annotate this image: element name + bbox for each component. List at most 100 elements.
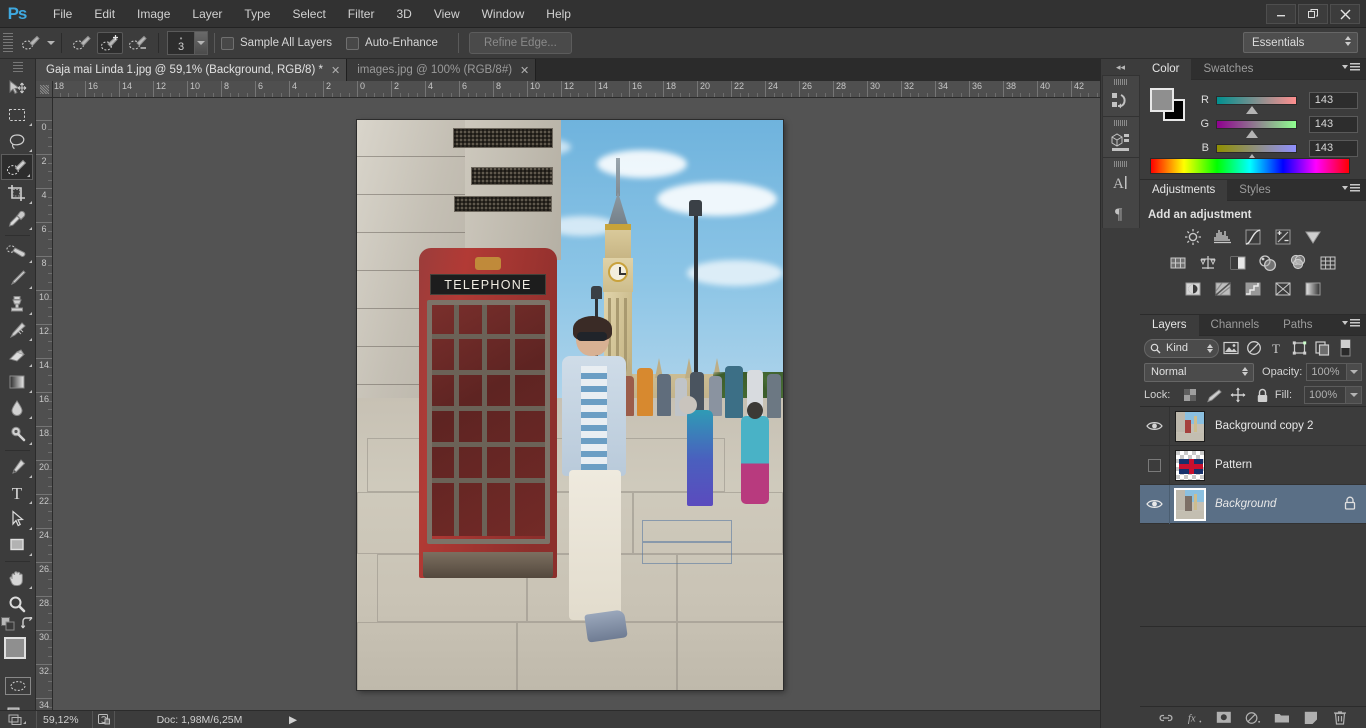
tab-channels[interactable]: Channels (1199, 315, 1272, 336)
clone-stamp-tool[interactable] (0, 291, 34, 317)
lock-transparent-pixels-icon[interactable] (1178, 386, 1202, 404)
document-image[interactable]: TELEPHONE (357, 120, 783, 690)
layer-row-background-copy-2[interactable]: Background copy 2 (1140, 406, 1366, 446)
brush-size-dropdown[interactable] (195, 31, 208, 55)
menu-layer[interactable]: Layer (181, 3, 233, 25)
vibrance-icon[interactable] (1303, 228, 1323, 246)
sample-all-layers-checkbox[interactable] (221, 36, 234, 50)
layer-visibility-toggle[interactable] (1140, 484, 1170, 524)
document-preview-icon[interactable] (92, 710, 114, 728)
pen-tool[interactable] (0, 454, 34, 480)
menu-view[interactable]: View (423, 3, 471, 25)
green-slider[interactable] (1216, 119, 1297, 138)
spectrum-endcaps[interactable] (1336, 159, 1349, 173)
slider-thumb-icon[interactable] (1246, 129, 1259, 138)
tool-preset-dropdown[interactable] (47, 41, 55, 45)
levels-icon[interactable] (1213, 228, 1233, 246)
swap-colors-icon[interactable] (20, 615, 35, 634)
green-value[interactable]: 143 (1308, 115, 1358, 133)
new-group-icon[interactable] (1274, 710, 1290, 726)
eyedropper-tool[interactable] (0, 206, 34, 232)
path-selection-tool[interactable] (0, 506, 34, 532)
blue-value[interactable]: 143 (1308, 139, 1358, 157)
layer-row-pattern[interactable]: Pattern (1140, 445, 1366, 485)
default-colors-icon[interactable] (0, 616, 15, 634)
black-white-icon[interactable] (1228, 254, 1248, 272)
layer-name[interactable]: Background copy 2 (1215, 420, 1313, 432)
character-panel-button[interactable]: A ¶ (1101, 157, 1140, 228)
slider-thumb-icon[interactable] (1246, 105, 1259, 114)
panel-menu-icon[interactable] (1342, 319, 1360, 327)
auto-enhance-checkbox[interactable] (346, 36, 360, 50)
rectangular-marquee-tool[interactable] (0, 102, 34, 128)
hue-saturation-icon[interactable] (1168, 254, 1188, 272)
subtract-from-selection-button[interactable] (125, 32, 151, 54)
layer-filter-kind-select[interactable]: Kind (1144, 338, 1219, 358)
fill-dropdown-icon[interactable] (1346, 386, 1362, 404)
dodge-tool[interactable] (0, 421, 34, 447)
blur-tool[interactable] (0, 395, 34, 421)
filter-smartobject-icon[interactable] (1311, 338, 1334, 358)
toolbox-grip-icon[interactable] (12, 62, 23, 74)
menu-window[interactable]: Window (471, 3, 536, 25)
add-layer-mask-icon[interactable] (1216, 710, 1232, 726)
close-button[interactable] (1330, 4, 1360, 24)
tab-paths[interactable]: Paths (1271, 315, 1324, 336)
document-tab-gaja[interactable]: Gaja mai Linda 1.jpg @ 59,1% (Background… (36, 59, 348, 81)
zoom-level[interactable]: 59,12% (36, 710, 92, 728)
gradient-map-icon[interactable] (1303, 280, 1323, 298)
tab-layers[interactable]: Layers (1140, 315, 1199, 336)
color-balance-icon[interactable] (1198, 254, 1218, 272)
menu-type[interactable]: Type (233, 3, 281, 25)
refine-edge-button[interactable]: Refine Edge... (468, 32, 572, 54)
quick-mask-icon[interactable] (4, 677, 31, 695)
lock-position-icon[interactable] (1226, 386, 1250, 404)
restore-button[interactable] (1298, 4, 1328, 24)
link-layers-icon[interactable] (1158, 710, 1174, 726)
foreground-color-swatch[interactable] (3, 637, 26, 659)
curves-icon[interactable] (1243, 228, 1263, 246)
resize-grip-icon[interactable] (0, 711, 36, 728)
minimize-button[interactable] (1266, 4, 1296, 24)
menu-3d[interactable]: 3D (385, 3, 422, 25)
zoom-tool[interactable] (0, 591, 34, 617)
layer-thumbnail[interactable] (1175, 449, 1205, 481)
tab-adjustments[interactable]: Adjustments (1140, 180, 1228, 201)
foreground-color-swatch[interactable] (1150, 88, 1174, 112)
channel-mixer-icon[interactable] (1288, 254, 1308, 272)
fill-value[interactable]: 100% (1304, 386, 1346, 404)
selective-color-icon[interactable] (1273, 280, 1293, 298)
opacity-value[interactable]: 100% (1306, 363, 1347, 381)
close-icon[interactable]: ✕ (520, 64, 529, 77)
gradient-tool[interactable] (0, 369, 34, 395)
panel-menu-icon[interactable] (1342, 63, 1360, 71)
tab-swatches[interactable]: Swatches (1191, 59, 1265, 80)
filter-pixel-icon[interactable] (1219, 338, 1242, 358)
opacity-dropdown-icon[interactable] (1346, 363, 1362, 381)
auto-enhance-option[interactable]: Auto-Enhance (346, 36, 452, 50)
tab-color[interactable]: Color (1140, 59, 1192, 80)
workspace-switcher[interactable]: Essentials (1243, 32, 1358, 53)
menu-file[interactable]: File (42, 3, 83, 25)
quick-selection-tool[interactable] (1, 154, 33, 180)
menu-image[interactable]: Image (126, 3, 181, 25)
filter-type-icon[interactable]: T (1265, 338, 1288, 358)
menu-edit[interactable]: Edit (83, 3, 126, 25)
lock-image-pixels-icon[interactable] (1202, 386, 1226, 404)
posterize-icon[interactable] (1213, 280, 1233, 298)
sample-all-layers-option[interactable]: Sample All Layers (221, 36, 346, 50)
panel-menu-icon[interactable] (1342, 184, 1360, 192)
tab-styles[interactable]: Styles (1227, 180, 1282, 201)
history-brush-tool[interactable] (0, 317, 34, 343)
canvas-area[interactable]: TELEPHONE (53, 98, 1100, 710)
delete-layer-icon[interactable] (1332, 710, 1348, 726)
layer-name[interactable]: Background (1215, 498, 1276, 510)
tool-preset-picker[interactable] (18, 32, 44, 54)
lasso-tool[interactable] (0, 128, 34, 154)
filter-shape-icon[interactable] (1288, 338, 1311, 358)
menu-select[interactable]: Select (281, 3, 336, 25)
new-selection-button[interactable] (69, 32, 95, 54)
brush-size-field[interactable]: • 3 (167, 31, 195, 55)
exposure-icon[interactable] (1273, 228, 1293, 246)
crop-tool[interactable] (0, 180, 34, 206)
